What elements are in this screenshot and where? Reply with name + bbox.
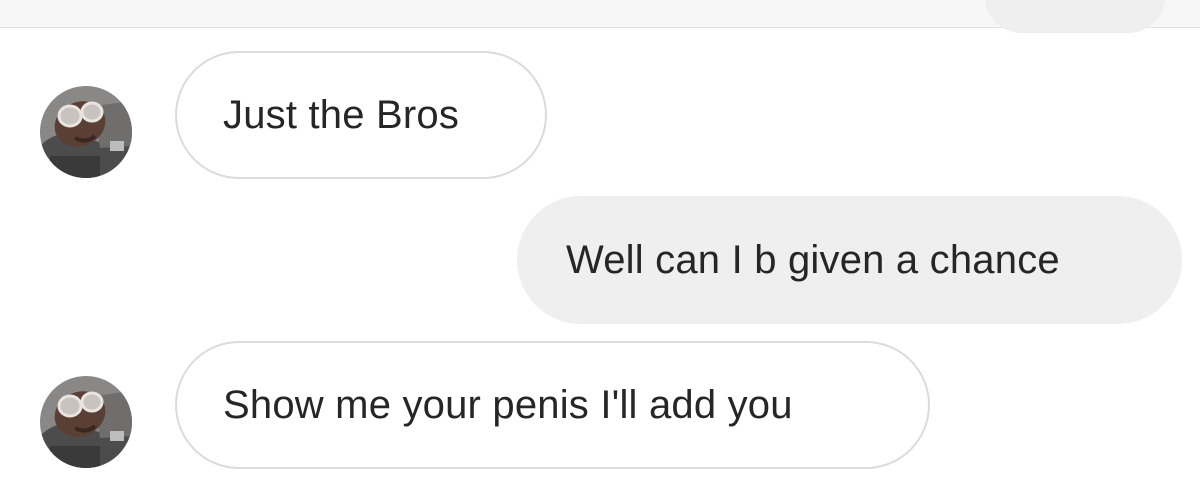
- message-bubble-outgoing[interactable]: Well can I b given a chance: [517, 196, 1182, 324]
- message-bubble-incoming[interactable]: Show me your penis I'll add you: [175, 341, 930, 469]
- chat-thread: Just the Bros Well can I b given a chanc…: [0, 0, 1200, 479]
- avatar-photo-icon: [40, 376, 132, 468]
- sender-avatar[interactable]: [40, 86, 132, 178]
- message-text: Just the Bros: [223, 92, 460, 137]
- message-text: Well can I b given a chance: [566, 237, 1060, 282]
- message-bubble-incoming[interactable]: Just the Bros: [175, 51, 547, 179]
- previous-message-bubble[interactable]: [985, 0, 1165, 33]
- avatar-photo-icon: [40, 86, 132, 178]
- sender-avatar[interactable]: [40, 376, 132, 468]
- message-text: Show me your penis I'll add you: [223, 382, 793, 427]
